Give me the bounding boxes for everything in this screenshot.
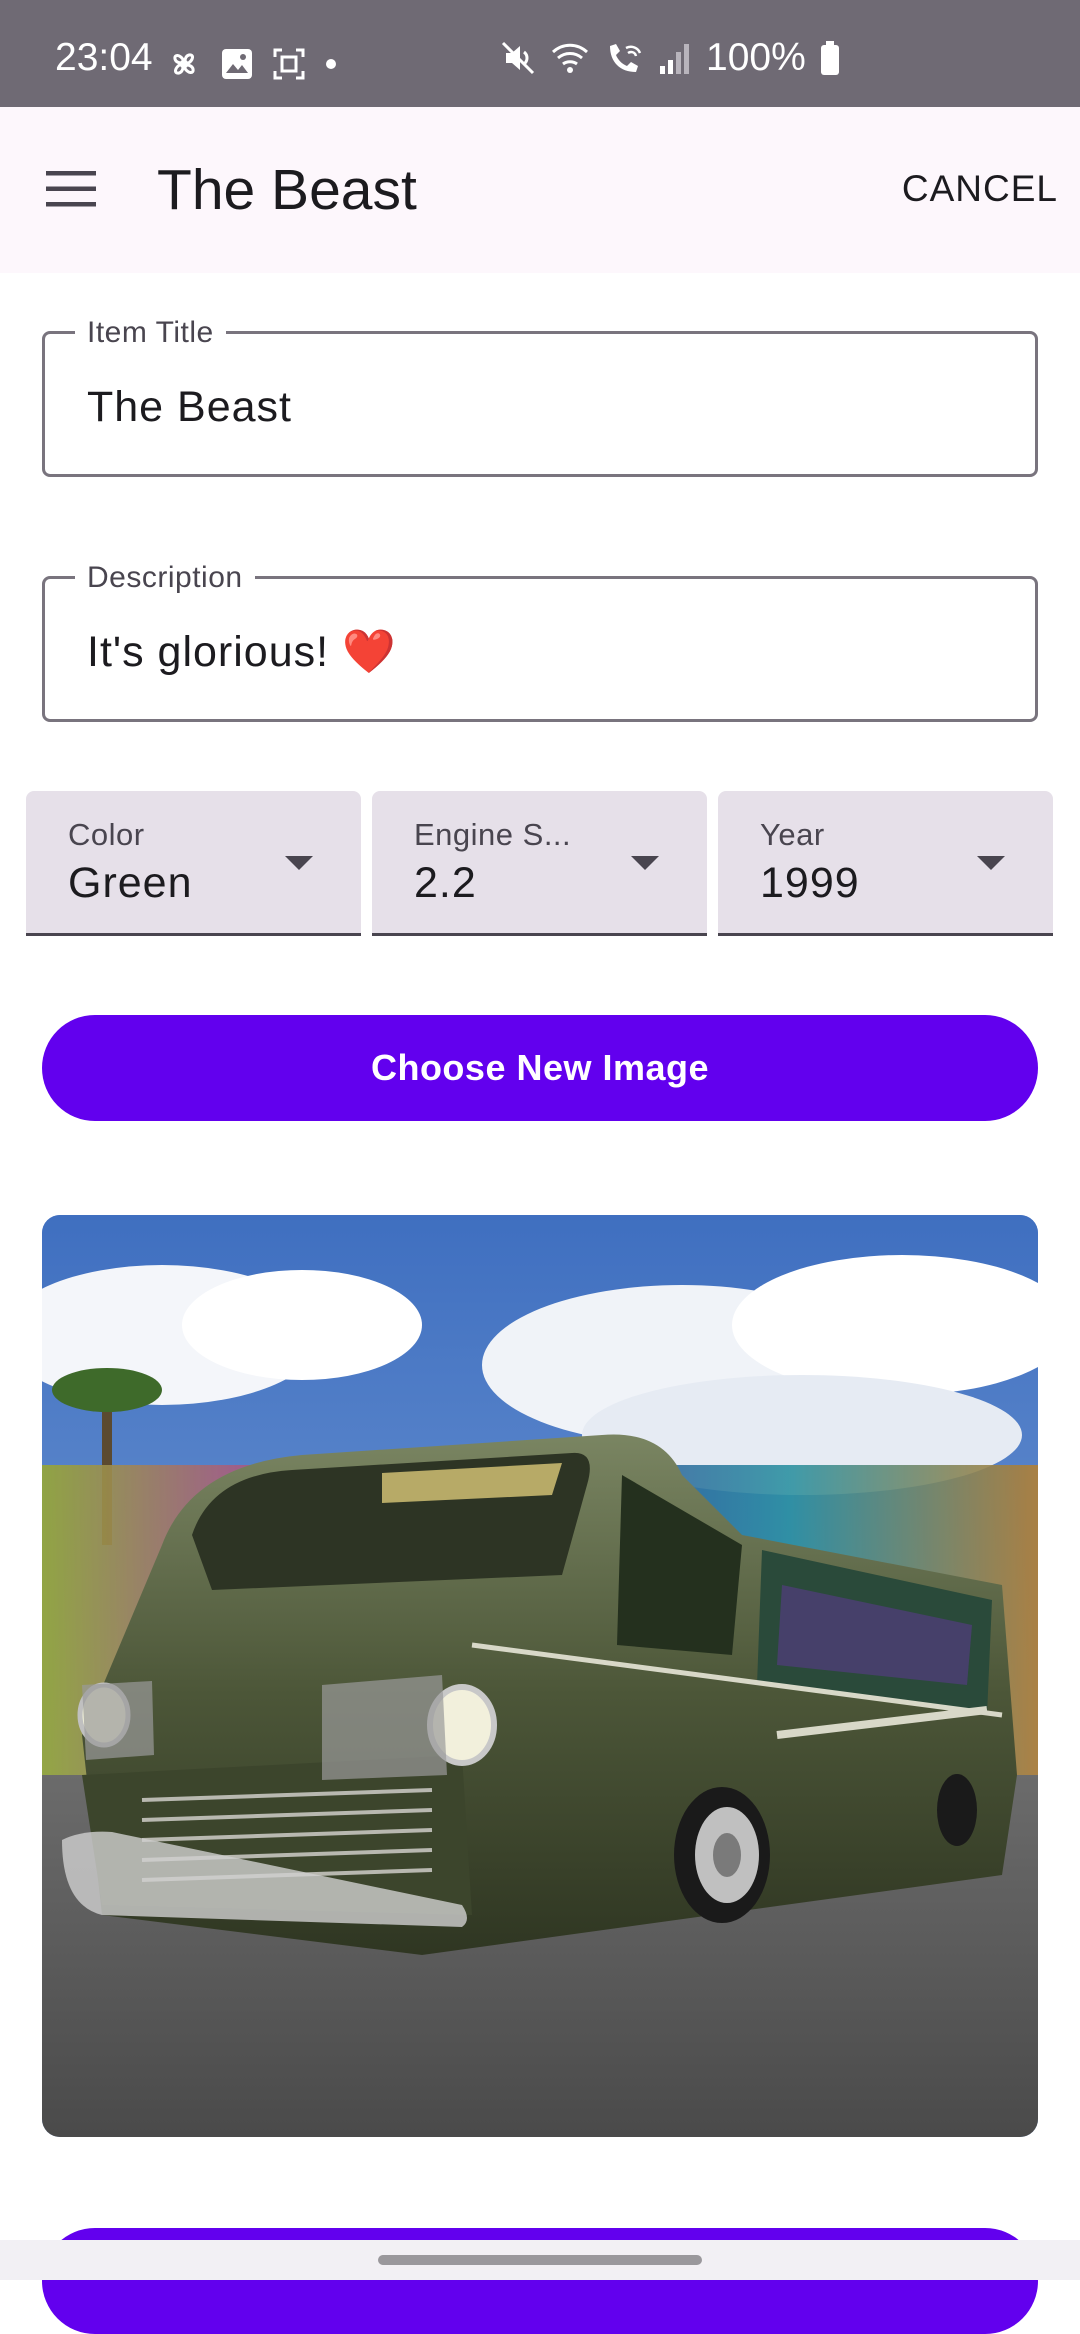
- wifi-icon: [551, 43, 589, 73]
- fan-icon: [173, 53, 195, 75]
- dropdown-arrow-icon[interactable]: [285, 856, 313, 870]
- engine-size-dropdown[interactable]: Engine S... 2.2: [372, 791, 707, 936]
- year-dropdown[interactable]: Year 1999: [718, 791, 1053, 936]
- page-title: The Beast: [157, 158, 417, 222]
- engine-size-dropdown-value: 2.2: [414, 859, 477, 907]
- dropdown-arrow-icon[interactable]: [631, 856, 659, 870]
- choose-new-image-button[interactable]: Choose New Image: [42, 1015, 1038, 1121]
- color-dropdown-label: Color: [68, 817, 145, 852]
- item-title-field[interactable]: Item Title The Beast: [42, 316, 1038, 477]
- year-dropdown-label: Year: [760, 817, 825, 852]
- status-left-icons: [166, 46, 338, 82]
- description-text: It's glorious!: [87, 628, 330, 676]
- description-label: Description: [75, 561, 255, 594]
- cancel-button[interactable]: CANCEL: [902, 170, 1058, 207]
- description-field[interactable]: Description It's glorious! ❤️: [42, 561, 1038, 722]
- screenshot-icon: [273, 48, 305, 80]
- status-bar: 23:04 100%: [0, 0, 1080, 107]
- signal-icon: [660, 43, 689, 74]
- gallery-icon: [222, 49, 252, 79]
- van-photo: [42, 1215, 1038, 2137]
- dropdown-arrow-icon[interactable]: [977, 856, 1005, 870]
- color-dropdown[interactable]: Color Green: [26, 791, 361, 936]
- app-bar: The Beast CANCEL: [0, 107, 1080, 273]
- year-dropdown-value: 1999: [760, 859, 860, 907]
- engine-size-dropdown-label: Engine S...: [414, 817, 572, 852]
- home-gesture-handle[interactable]: [378, 2255, 702, 2265]
- mute-icon: [501, 41, 535, 74]
- vehicle-image: [42, 1215, 1038, 2137]
- heart-emoji: ❤️: [342, 628, 397, 676]
- status-right: 100%: [500, 38, 840, 77]
- item-title-value[interactable]: The Beast: [87, 386, 292, 429]
- system-navigation-bar: [0, 2240, 1080, 2280]
- wifi-calling-icon: [610, 43, 642, 72]
- item-title-label: Item Title: [75, 316, 226, 349]
- description-value[interactable]: It's glorious! ❤️: [87, 631, 397, 674]
- color-dropdown-value: Green: [68, 859, 193, 907]
- status-time: 23:04: [55, 36, 153, 79]
- hamburger-menu-icon[interactable]: [46, 169, 96, 209]
- battery-icon: [820, 40, 839, 75]
- dot-icon: [326, 59, 336, 69]
- battery-percent: 100%: [706, 36, 806, 79]
